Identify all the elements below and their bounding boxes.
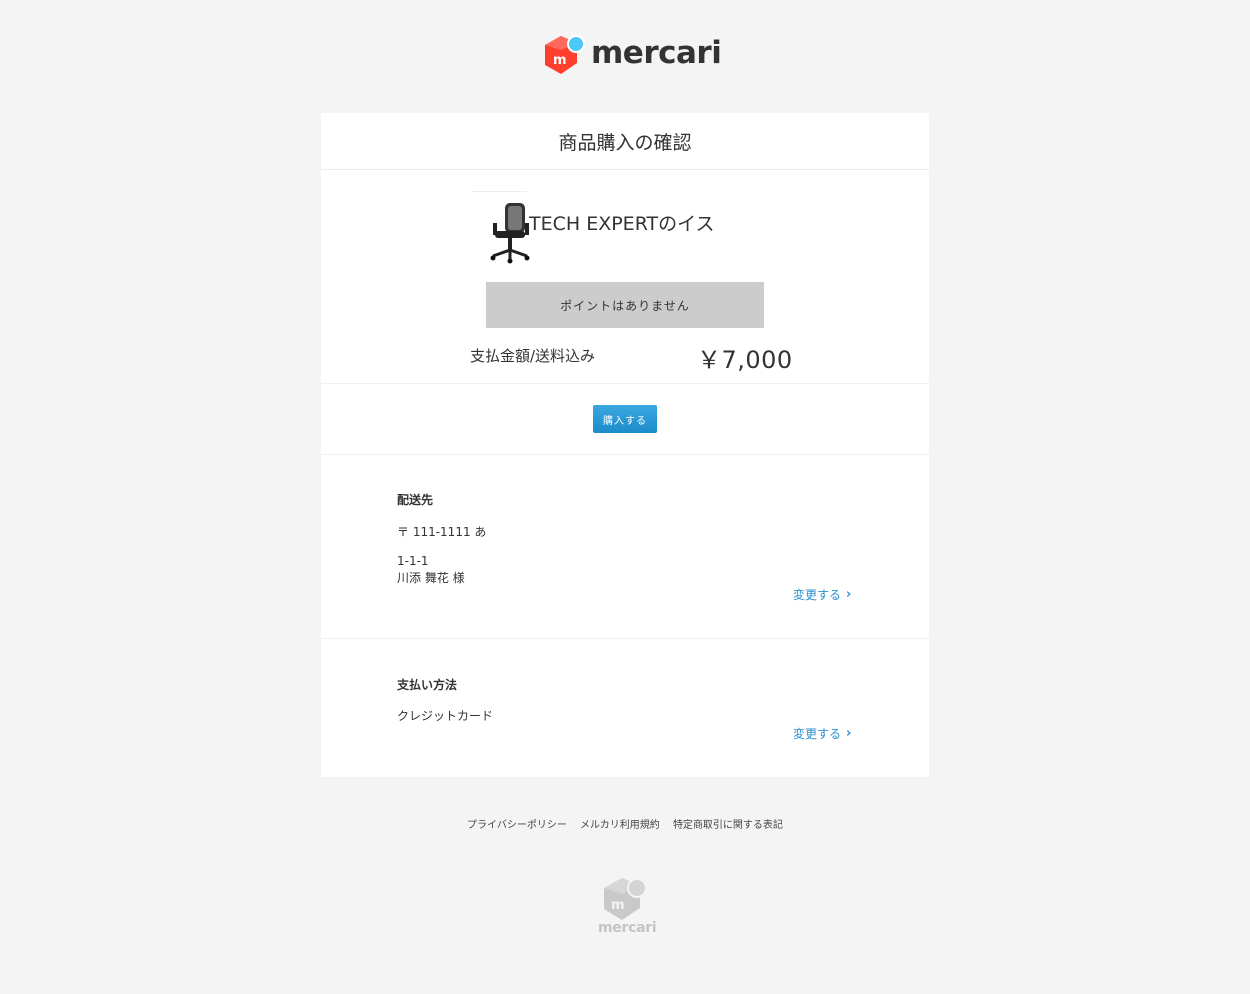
points-notice: ポイントはありません: [486, 282, 764, 328]
mercari-logo-icon: m: [604, 878, 647, 920]
divider: [321, 383, 929, 384]
svg-text:m: m: [611, 898, 625, 913]
footer-logo-text: mercari: [598, 920, 657, 936]
payment-method: クレジットカード: [397, 709, 494, 723]
shipping-title: 配送先: [397, 493, 434, 507]
commerce-law-link[interactable]: 特定商取引に関する表記: [673, 820, 783, 831]
change-payment-link[interactable]: 変更する ›: [793, 725, 851, 742]
shipping-recipient: 川添 舞花 様: [397, 571, 465, 585]
chevron-right-icon: ›: [846, 587, 852, 602]
change-payment-label: 変更する: [793, 727, 842, 741]
item-summary: TECH EXPERTのイス: [471, 191, 731, 265]
shipping-postal: 〒 111-1111 あ: [397, 525, 487, 539]
purchase-confirmation-card: 商品購入の確認 TECH EXPERTのイス ポイントはありません 支払金額/送…: [321, 113, 929, 777]
change-shipping-label: 変更する: [793, 588, 842, 602]
item-name: TECH EXPERTのイス: [529, 213, 715, 235]
footer-links: プライバシーポリシー メルカリ利用規約 特定商取引に関する表記: [0, 816, 1250, 831]
privacy-policy-link[interactable]: プライバシーポリシー: [467, 820, 567, 831]
svg-text:m: m: [553, 53, 567, 68]
header: m mercari: [0, 0, 1250, 112]
payment-title: 支払い方法: [397, 678, 458, 692]
terms-link[interactable]: メルカリ利用規約: [580, 820, 660, 831]
total-price: ￥7,000: [697, 346, 793, 374]
divider: [321, 454, 929, 455]
total-label: 支払金額/送料込み: [470, 347, 596, 365]
logo-text: mercari: [591, 34, 722, 71]
mercari-logo-icon: m: [543, 34, 585, 76]
page-title: 商品購入の確認: [321, 113, 929, 170]
mercari-logo[interactable]: m mercari: [543, 34, 722, 76]
divider: [321, 638, 929, 639]
purchase-button[interactable]: 購入する: [593, 405, 657, 433]
item-divider: [471, 191, 527, 192]
footer-logo: m mercari: [598, 876, 657, 938]
shipping-address: 1-1-1: [397, 554, 429, 568]
chevron-right-icon: ›: [846, 726, 852, 741]
chair-image: [487, 201, 535, 265]
change-shipping-link[interactable]: 変更する ›: [793, 586, 851, 603]
